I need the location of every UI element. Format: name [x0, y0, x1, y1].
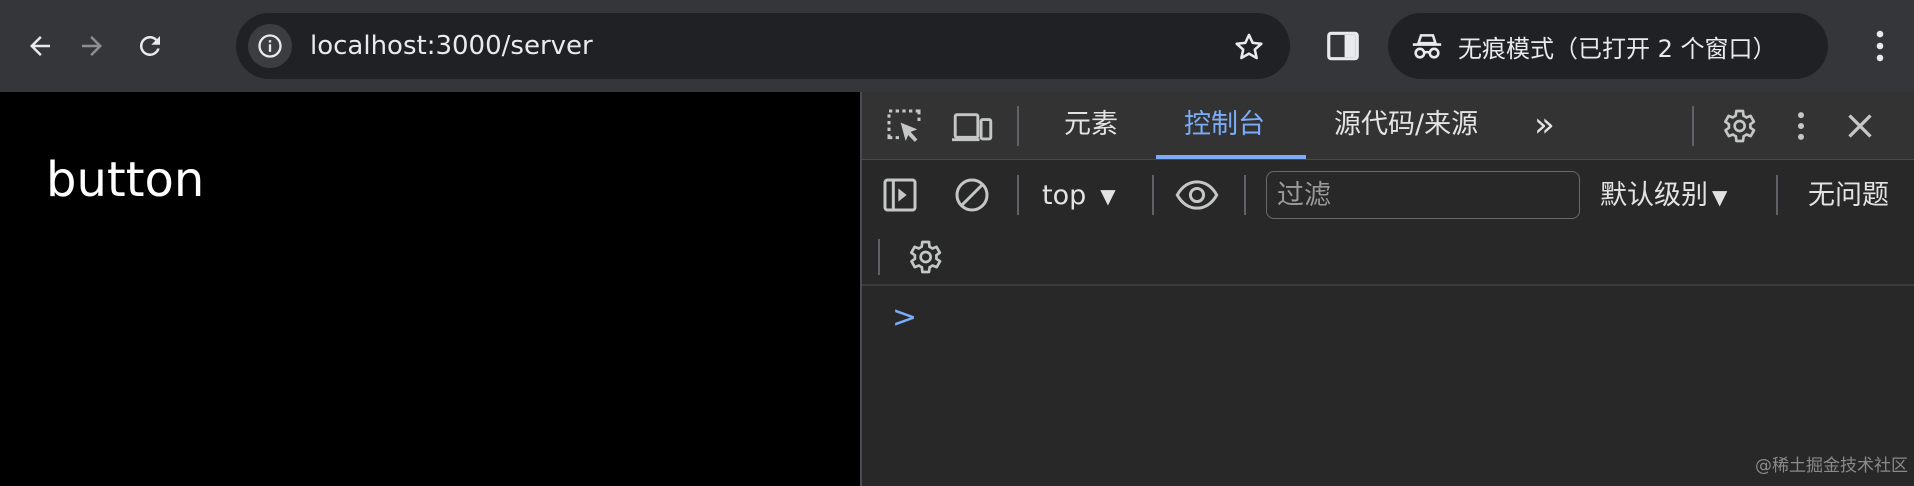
chevron-down-icon: ▼ — [1712, 185, 1728, 209]
clear-console-button[interactable] — [952, 175, 992, 215]
context-value: top — [1042, 180, 1087, 211]
console-filter-input[interactable] — [1266, 171, 1580, 219]
tab-elements[interactable]: 元素 — [1064, 92, 1118, 160]
back-button[interactable] — [18, 24, 62, 68]
tab-sources[interactable]: 源代码/来源 — [1334, 92, 1478, 160]
clear-console-icon — [955, 178, 989, 212]
page-button-text[interactable]: button — [46, 152, 204, 208]
address-bar[interactable]: localhost:3000/server — [236, 13, 1290, 79]
log-levels-dropdown[interactable]: 默认级别 ▼ — [1600, 173, 1727, 219]
back-icon — [30, 36, 50, 56]
incognito-label: 无痕模式（已打开 2 个窗口） — [1458, 34, 1777, 63]
console-prompt[interactable]: > — [892, 300, 917, 335]
side-panel-icon[interactable] — [1324, 27, 1362, 65]
forward-button[interactable] — [70, 24, 114, 68]
reload-button[interactable] — [128, 24, 172, 68]
close-icon — [1848, 114, 1872, 138]
inspect-element-icon — [887, 109, 921, 142]
sidebar-toggle-icon — [883, 178, 917, 212]
active-tab-indicator — [1156, 155, 1306, 159]
gear-icon — [1724, 109, 1756, 143]
page-viewport: button — [0, 92, 860, 486]
bookmark-star-icon[interactable] — [1232, 30, 1266, 64]
console-settings-button[interactable] — [904, 237, 944, 277]
incognito-icon — [1412, 34, 1442, 59]
devtools-tab-bar: 元素 控制台 源代码/来源 » — [862, 92, 1914, 160]
console-toolbar: top ▼ 默认级别▼ 无问题 — [862, 161, 1914, 286]
inspect-element-button[interactable] — [884, 106, 924, 146]
devtools-close-button[interactable] — [1842, 108, 1878, 144]
device-toggle-icon — [952, 113, 993, 142]
toolbar-divider — [1244, 175, 1246, 215]
toolbar-divider — [1776, 175, 1778, 215]
browser-menu-icon[interactable] — [1858, 24, 1902, 68]
toolbar-divider — [1017, 175, 1019, 215]
url-text[interactable]: localhost:3000/server — [310, 13, 593, 79]
tab-console[interactable]: 控制台 — [1184, 92, 1265, 160]
toolbar-divider — [1152, 175, 1154, 215]
toolbar-divider — [878, 239, 880, 275]
eye-icon — [1175, 180, 1219, 210]
devtools-panel: 元素 控制台 源代码/来源 » top ▼ 过滤 默认级别 ▼ 无问题 > @稀… — [860, 92, 1914, 486]
toolbar-divider — [1017, 106, 1019, 146]
browser-toolbar: localhost:3000/server 无痕模式（已打开 2 个窗口） — [0, 0, 1914, 92]
more-tabs-button[interactable]: » — [1534, 92, 1555, 160]
log-levels-label: 默认级别 — [1600, 180, 1708, 211]
console-sidebar-toggle[interactable] — [880, 175, 920, 215]
device-toolbar-button[interactable] — [952, 106, 994, 146]
issues-counter[interactable]: 无问题 — [1808, 173, 1889, 219]
site-info-button[interactable] — [248, 24, 292, 68]
incognito-indicator[interactable]: 无痕模式（已打开 2 个窗口） — [1388, 13, 1828, 79]
devtools-settings-button[interactable] — [1718, 106, 1758, 146]
gear-icon — [910, 240, 942, 274]
devtools-menu-button[interactable] — [1786, 106, 1816, 146]
site-info-icon — [258, 34, 282, 58]
chevron-down-icon: ▼ — [1100, 184, 1116, 208]
toolbar-divider — [1692, 106, 1694, 146]
reload-icon — [139, 35, 160, 56]
watermark: @稀土掘金技术社区 — [1755, 456, 1908, 476]
live-expression-button[interactable] — [1174, 175, 1220, 215]
forward-icon — [82, 36, 102, 56]
kebab-menu-icon — [1798, 112, 1804, 140]
context-selector[interactable]: top ▼ — [1042, 173, 1116, 219]
